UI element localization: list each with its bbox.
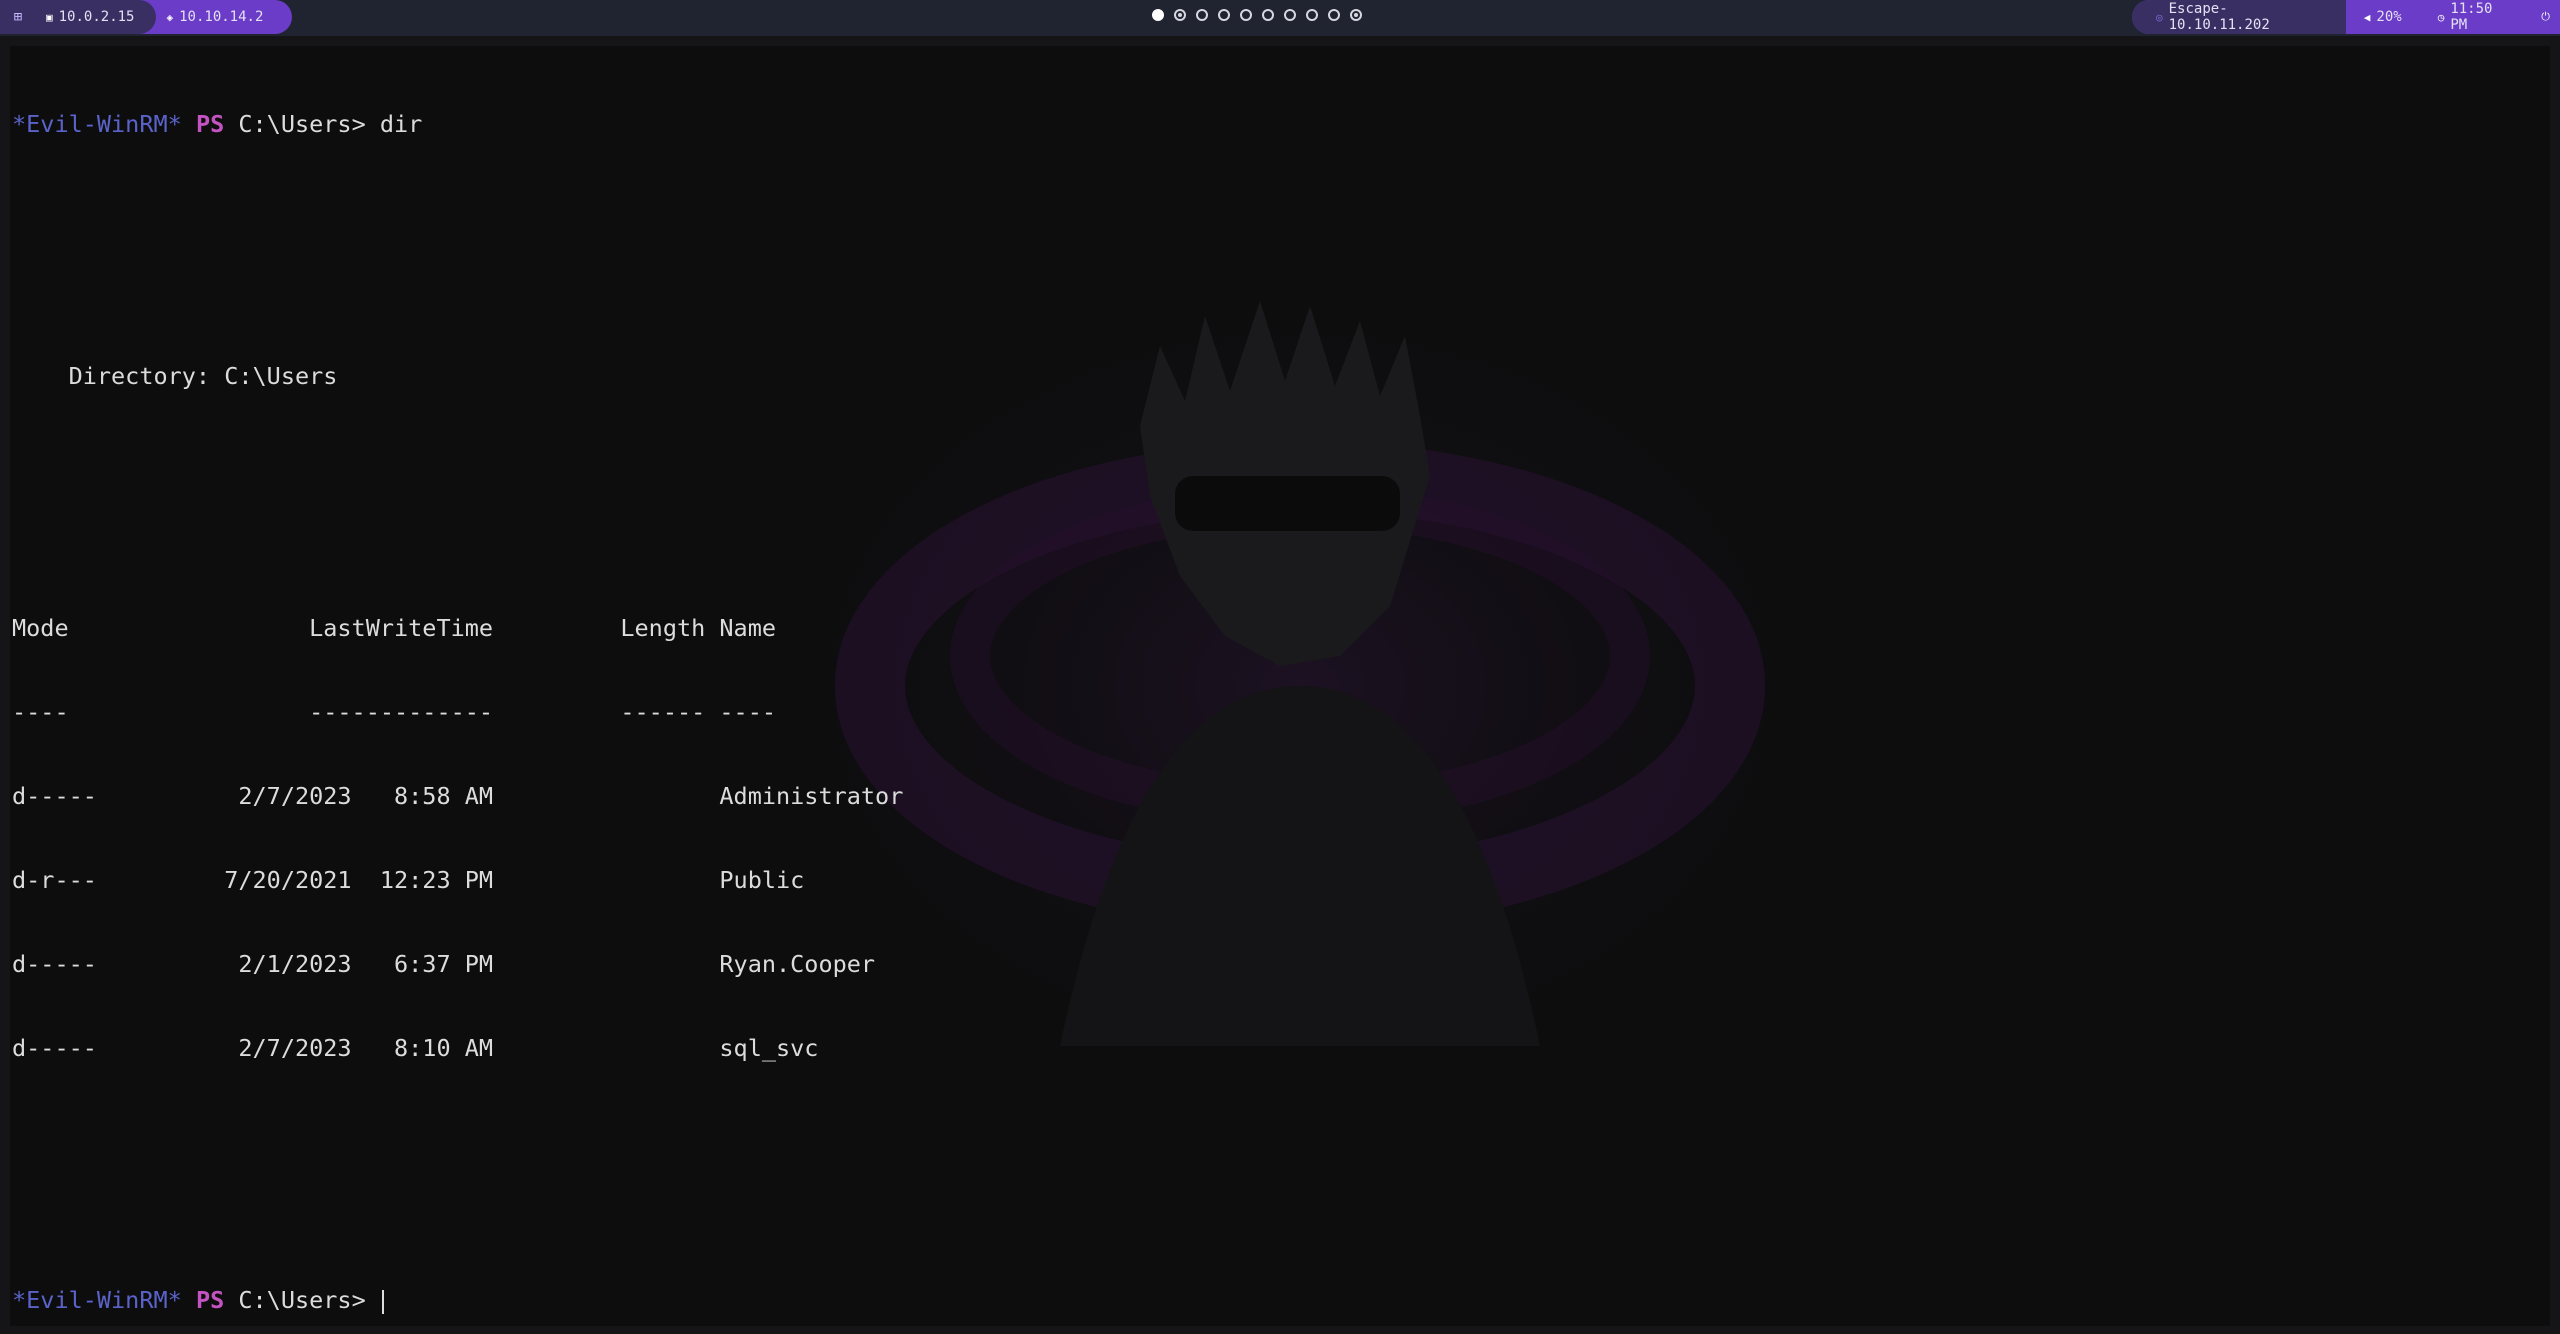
terminal-window[interactable]: *Evil-WinRM* PS C:\Users> dir Directory:… (10, 46, 2550, 1326)
command-text: dir (379, 110, 423, 138)
active-prompt-line[interactable]: *Evil-WinRM* PS C:\Users> (12, 1286, 903, 1314)
prompt-tag: *Evil-WinRM* (12, 110, 182, 138)
workspace-dot-8[interactable] (1306, 9, 1318, 21)
status-pill: ◎ Escape-10.10.11.202 ◀ 20% ◷ 11:50 PM ⏻ (2132, 0, 2560, 34)
network-info-pill: ⊞ ▣ 10.0.2.15 ◈ 10.10.14.2 (0, 0, 292, 34)
prompt-path: C:\Users> (238, 1286, 366, 1314)
clock-icon: ◷ (2437, 10, 2445, 24)
table-row: d----- 2/7/2023 8:10 AM sql_svc (12, 1034, 819, 1062)
local-ip-label: 10.0.2.15 (58, 9, 135, 25)
terminal-output: *Evil-WinRM* PS C:\Users> dir Directory:… (12, 54, 903, 1326)
table-row: d----- 2/7/2023 8:58 AM Administrator (12, 782, 904, 810)
text-cursor (381, 1289, 384, 1314)
volume-label: 20% (2376, 9, 2402, 25)
target-label: Escape-10.10.11.202 (2168, 1, 2270, 33)
workspace-dot-4[interactable] (1218, 9, 1230, 21)
prompt-tag: *Evil-WinRM* (12, 1286, 182, 1314)
prompt-path: C:\Users> (238, 110, 366, 138)
power-button[interactable]: ⏻ (2535, 0, 2560, 34)
workspace-dot-3[interactable] (1196, 9, 1208, 21)
table-header: Mode LastWriteTime Length Name (12, 614, 777, 642)
volume-item[interactable]: ◀ 20% (2346, 0, 2420, 34)
workspace-dot-6[interactable] (1262, 9, 1274, 21)
workspace-dot-2[interactable] (1174, 9, 1186, 21)
top-bar: ⊞ ▣ 10.0.2.15 ◈ 10.10.14.2 ◎ Escape-10.1… (0, 0, 2560, 36)
shield-icon: ◈ (166, 10, 174, 24)
speaker-icon: ◀ (2363, 10, 2371, 24)
power-icon: ⏻ (2541, 10, 2550, 23)
clock-item: ◷ 11:50 PM (2420, 0, 2536, 34)
vpn-ip-item: ◈ 10.10.14.2 (156, 9, 273, 25)
vpn-ip-label: 10.10.14.2 (179, 9, 264, 25)
monitor-icon: ▣ (46, 10, 53, 24)
grid-icon[interactable]: ⊞ (0, 0, 36, 34)
prompt-ps: PS (195, 1286, 225, 1314)
clock-label: 11:50 PM (2450, 1, 2493, 33)
command-line: *Evil-WinRM* PS C:\Users> dir (12, 110, 903, 138)
local-ip-item: ▣ 10.0.2.15 (36, 0, 157, 34)
workspace-dot-7[interactable] (1284, 9, 1296, 21)
directory-line: Directory: C:\Users (12, 362, 338, 390)
table-row: d-r--- 7/20/2021 12:23 PM Public (12, 866, 805, 894)
workspace-dot-1[interactable] (1152, 9, 1164, 21)
workspace-dot-9[interactable] (1328, 9, 1340, 21)
table-separator: ---- ------------- ------ ---- (12, 698, 777, 726)
table-row: d----- 2/1/2023 6:37 PM Ryan.Cooper (12, 950, 876, 978)
workspace-dot-5[interactable] (1240, 9, 1252, 21)
workspace-indicators (1152, 9, 1362, 21)
target-item: ◎ Escape-10.10.11.202 (2132, 0, 2346, 34)
prompt-ps: PS (195, 110, 225, 138)
workspace-dot-10[interactable] (1350, 9, 1362, 21)
target-icon: ◎ (2156, 10, 2163, 24)
